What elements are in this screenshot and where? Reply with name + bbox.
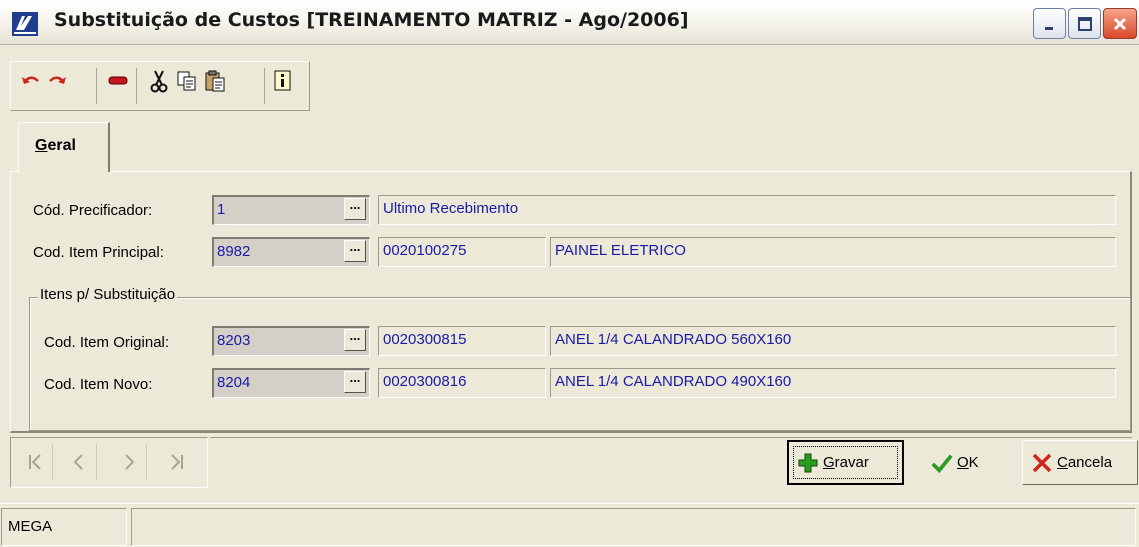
minimize-button[interactable] bbox=[1033, 8, 1066, 39]
first-record-button[interactable] bbox=[17, 444, 53, 480]
minimize-icon bbox=[1044, 26, 1053, 30]
item-novo-lookup-button[interactable]: ... bbox=[344, 371, 366, 393]
cut-button[interactable] bbox=[147, 69, 171, 93]
precificador-label: Cód. Precificador: bbox=[33, 202, 153, 219]
cut-icon bbox=[150, 70, 168, 93]
substitution-group-title: Itens p/ Substituição bbox=[38, 286, 178, 303]
item-principal-ref: 0020100275 bbox=[378, 237, 546, 267]
item-original-lookup-button[interactable]: ... bbox=[344, 329, 366, 351]
status-pane-company: MEGA bbox=[1, 508, 127, 546]
item-original-desc: ANEL 1/4 CALANDRADO 560X160 bbox=[550, 326, 1116, 356]
next-record-button[interactable] bbox=[111, 444, 147, 480]
maximize-button[interactable] bbox=[1068, 8, 1101, 39]
ok-button[interactable]: OK bbox=[921, 440, 1011, 485]
last-record-icon bbox=[171, 454, 183, 470]
item-original-ref: 0020300815 bbox=[378, 326, 546, 356]
x-icon bbox=[1031, 452, 1053, 474]
status-bar: MEGA bbox=[0, 503, 1139, 547]
close-icon bbox=[1113, 17, 1127, 30]
substitution-group bbox=[29, 297, 1131, 431]
copy-button[interactable] bbox=[175, 69, 199, 93]
first-record-icon bbox=[28, 454, 41, 470]
tab-geral[interactable]: Geral bbox=[18, 122, 110, 172]
precificador-desc: Ultimo Recebimento bbox=[378, 195, 1116, 225]
prev-record-icon bbox=[73, 454, 83, 470]
info-button[interactable] bbox=[271, 69, 295, 93]
close-button[interactable] bbox=[1103, 8, 1137, 39]
gravar-button[interactable]: Gravar bbox=[787, 440, 904, 485]
window: Substituição de Custos [TREINAMENTO MATR… bbox=[0, 0, 1139, 547]
item-novo-label: Cod. Item Novo: bbox=[44, 376, 153, 393]
item-principal-lookup-button[interactable]: ... bbox=[344, 240, 366, 262]
delete-icon bbox=[108, 76, 128, 85]
next-record-icon bbox=[124, 454, 134, 470]
cancela-button[interactable]: Cancela bbox=[1022, 440, 1138, 485]
app-logo-icon bbox=[12, 12, 38, 36]
item-principal-label: Cod. Item Principal: bbox=[33, 244, 164, 261]
redo-button[interactable] bbox=[45, 69, 69, 93]
tab-geral-label: Geral bbox=[35, 137, 76, 154]
paste-button[interactable] bbox=[203, 69, 227, 93]
maximize-icon bbox=[1077, 16, 1092, 31]
redo-icon bbox=[49, 76, 66, 84]
copy-icon bbox=[177, 71, 196, 91]
paste-icon bbox=[205, 70, 225, 92]
ok-label: OK bbox=[957, 454, 979, 471]
undo-icon bbox=[22, 76, 39, 84]
undo-button[interactable] bbox=[19, 69, 43, 93]
item-principal-desc: PAINEL ELETRICO bbox=[550, 237, 1116, 267]
item-novo-ref: 0020300816 bbox=[378, 368, 546, 398]
precificador-lookup-button[interactable]: ... bbox=[344, 198, 366, 220]
last-record-button[interactable] bbox=[159, 444, 195, 480]
window-title: Substituição de Custos [TREINAMENTO MATR… bbox=[54, 9, 689, 31]
record-navigator bbox=[10, 437, 208, 488]
item-novo-desc: ANEL 1/4 CALANDRADO 490X160 bbox=[550, 368, 1116, 398]
check-icon bbox=[931, 452, 953, 474]
title-bar[interactable]: Substituição de Custos [TREINAMENTO MATR… bbox=[0, 0, 1139, 45]
toolbar bbox=[10, 61, 310, 111]
delete-button[interactable] bbox=[106, 69, 130, 93]
item-original-label: Cod. Item Original: bbox=[44, 334, 170, 351]
prev-record-button[interactable] bbox=[61, 444, 97, 480]
cancela-label: Cancela bbox=[1057, 454, 1113, 471]
status-pane-message bbox=[131, 508, 1136, 546]
focus-rect bbox=[793, 446, 898, 479]
info-icon bbox=[274, 70, 291, 91]
